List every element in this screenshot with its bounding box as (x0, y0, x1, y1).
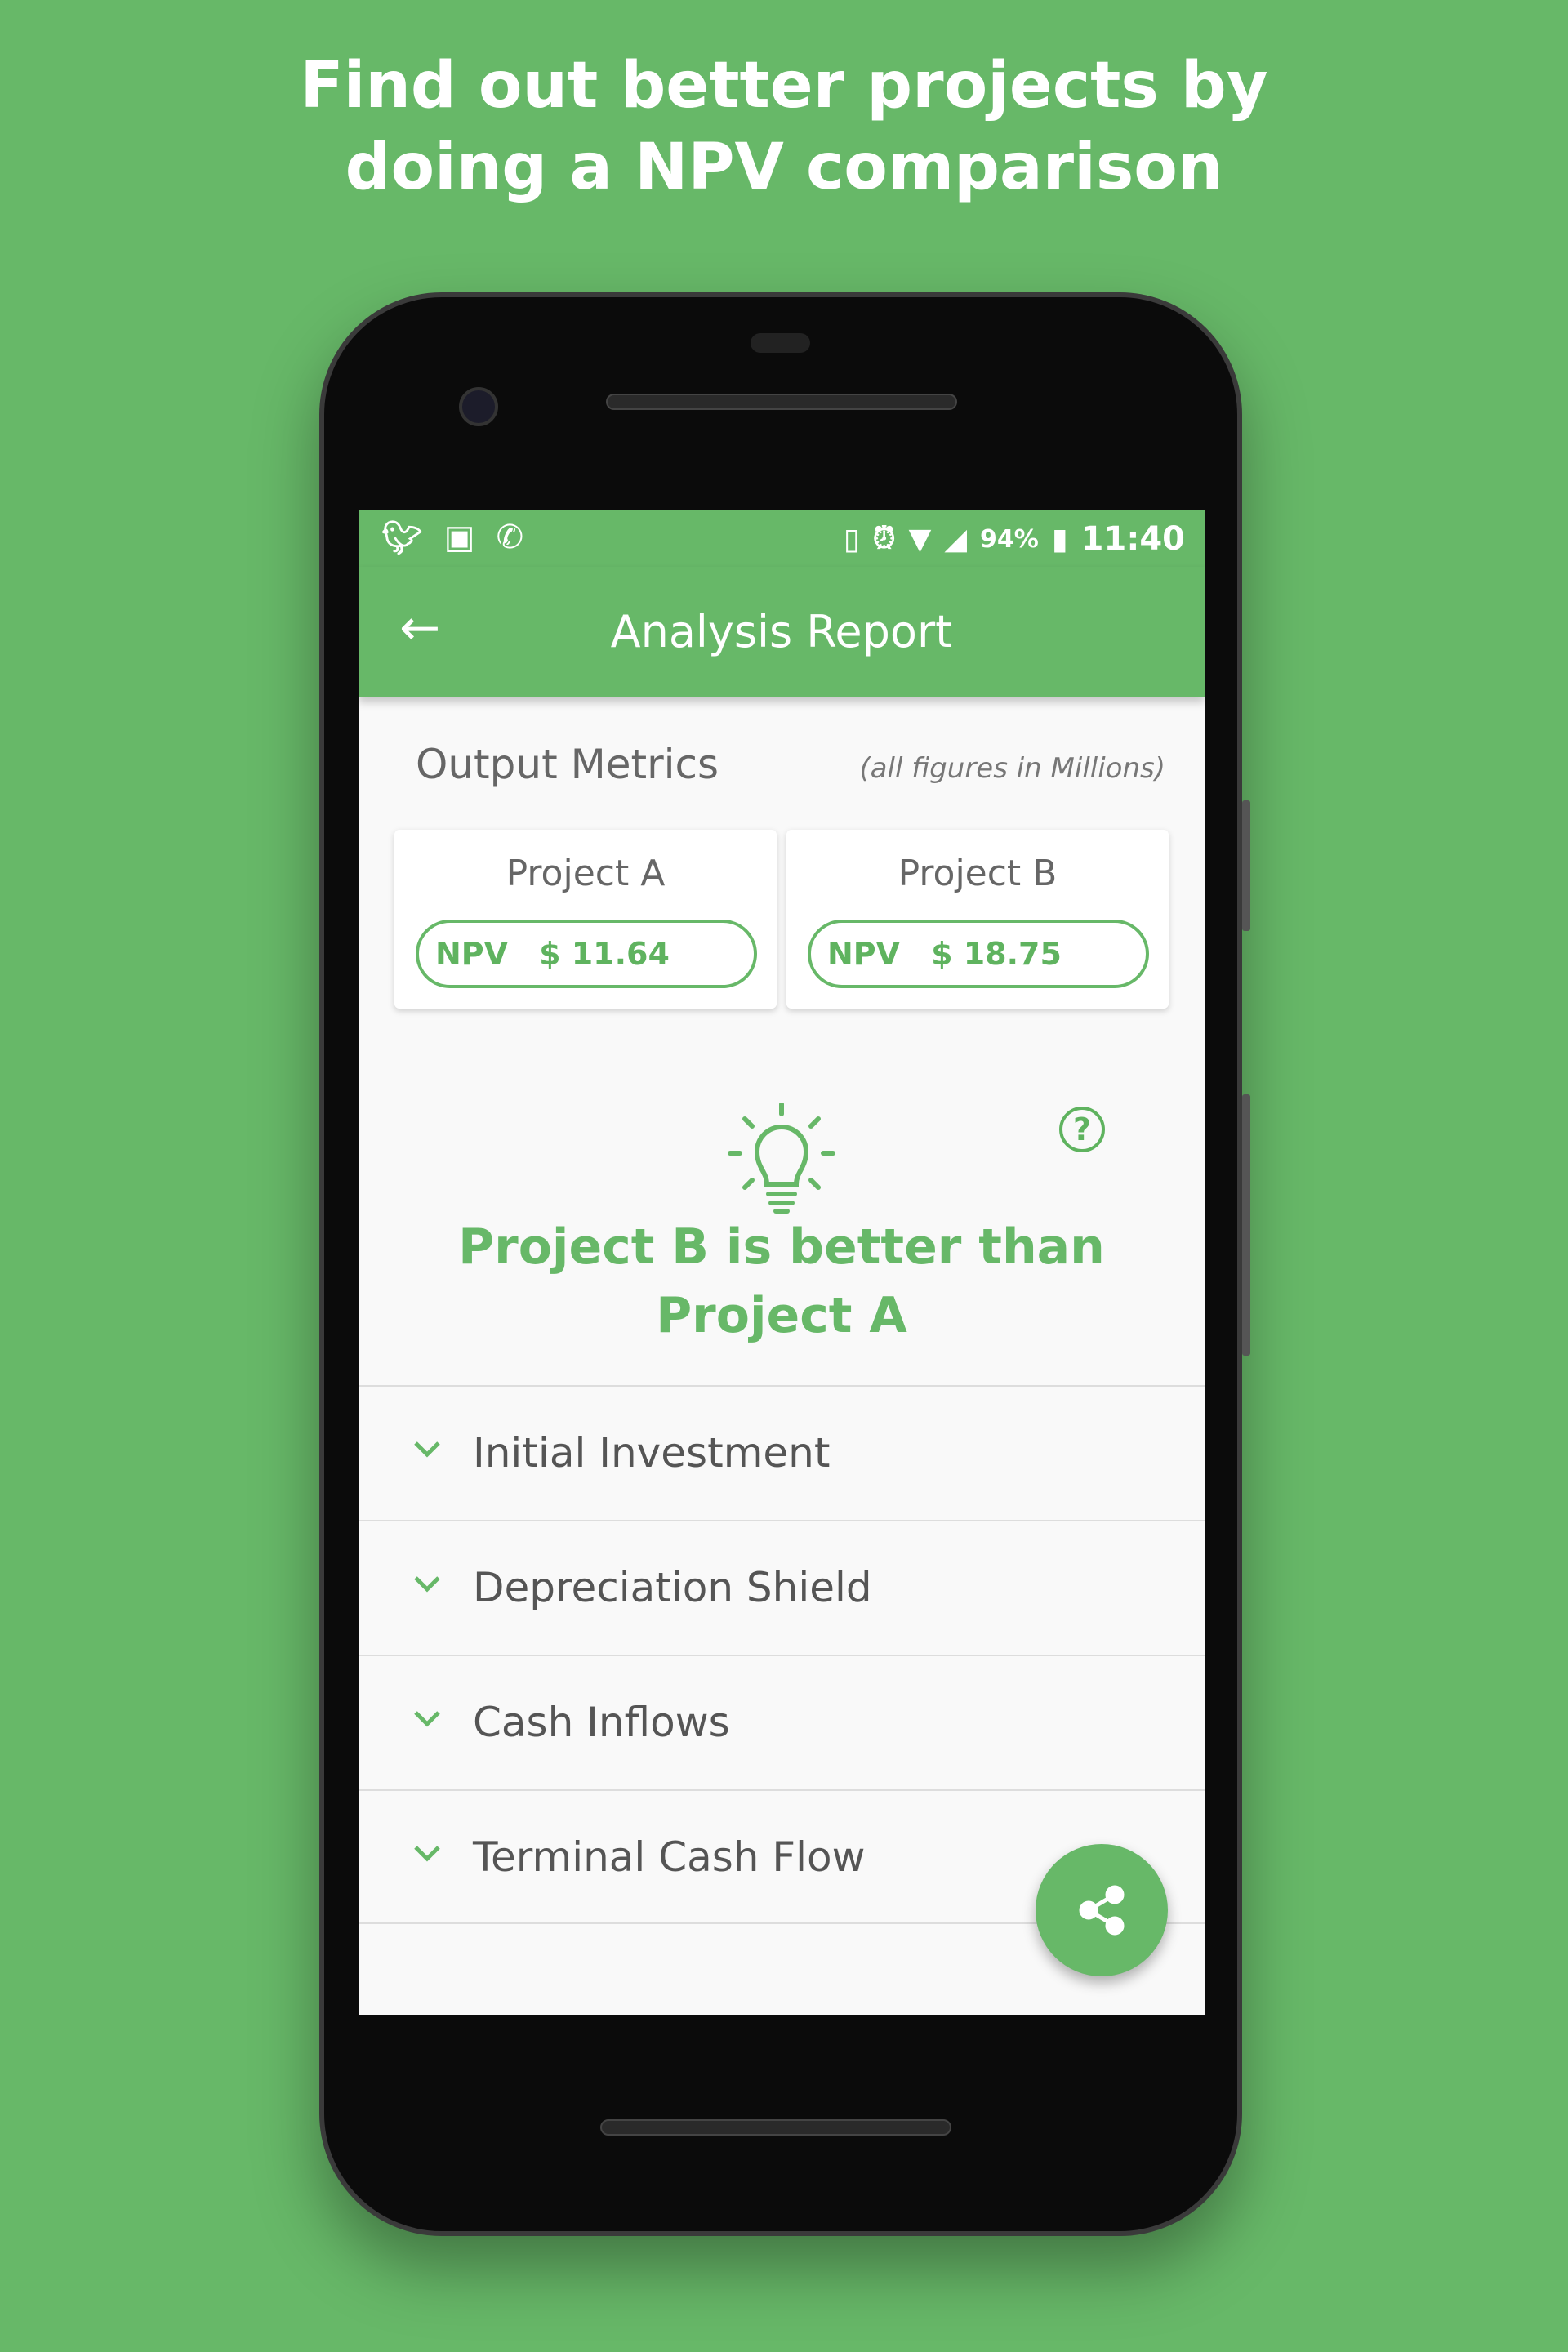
section-label: Initial Investment (473, 1429, 831, 1477)
units-note: (all figures in Millions) (859, 752, 1165, 785)
alarm-icon: ⏰︎ (872, 522, 896, 555)
section-label: Cash Inflows (473, 1699, 730, 1746)
project-card-a: Project A NPV $ 11.64 (394, 830, 777, 1009)
volume-button (1242, 800, 1250, 931)
app-screen: 🐦︎ ▣ ✆ ▯ ⏰︎ ▼ ◢ 94% ▮ 11:40 ← Analysis R… (359, 510, 1205, 2015)
front-camera (459, 387, 498, 426)
battery-percent: 94% (980, 524, 1039, 554)
verdict-message: Project B is better than Project A (359, 1213, 1205, 1350)
npv-label: NPV (827, 936, 901, 972)
headline-line-1: Find out better projects by (300, 49, 1268, 122)
project-card-b: Project B NPV $ 18.75 (786, 830, 1169, 1009)
clock: 11:40 (1080, 520, 1185, 558)
missed-call-icon: ✆ (496, 519, 524, 556)
top-speaker (606, 394, 957, 410)
page-title: Analysis Report (610, 606, 953, 657)
section-label: Terminal Cash Flow (473, 1833, 866, 1881)
share-button[interactable] (1036, 1844, 1168, 1976)
chevron-down-icon (414, 1711, 440, 1727)
chevron-down-icon (414, 1846, 440, 1862)
project-name: Project A (506, 853, 666, 894)
section-initial-investment[interactable]: Initial Investment (359, 1385, 1205, 1520)
share-icon (1079, 1885, 1125, 1936)
lightbulb-icon (728, 1102, 835, 1214)
android-icon: ▣ (443, 519, 475, 556)
help-circle-icon[interactable]: ? (1059, 1107, 1105, 1152)
twitter-icon: 🐦︎ (381, 519, 423, 557)
bottom-speaker (600, 2119, 951, 2136)
promo-headline: Find out better projects by doing a NPV … (0, 45, 1568, 208)
section-depreciation-shield[interactable]: Depreciation Shield (359, 1520, 1205, 1655)
section-cash-inflows[interactable]: Cash Inflows (359, 1655, 1205, 1789)
verdict-line-2: Project A (656, 1287, 907, 1344)
headline-line-2: doing a NPV comparison (345, 131, 1223, 204)
vibrate-icon: ▯ (843, 522, 860, 556)
app-bar: ← Analysis Report (359, 567, 1205, 697)
output-metrics-heading: Output Metrics (416, 741, 719, 788)
wifi-icon: ▼ (908, 522, 932, 556)
status-bar: 🐦︎ ▣ ✆ ▯ ⏰︎ ▼ ◢ 94% ▮ 11:40 (359, 510, 1205, 567)
power-button (1242, 1094, 1250, 1356)
chevron-down-icon (414, 1441, 440, 1458)
verdict-line-1: Project B is better than (458, 1218, 1105, 1276)
npv-value: $ 11.64 (539, 936, 670, 972)
project-name: Project B (898, 853, 1058, 894)
signal-icon: ◢ (944, 522, 968, 556)
section-label: Depreciation Shield (473, 1564, 872, 1611)
npv-label: NPV (435, 936, 509, 972)
npv-pill: NPV $ 11.64 (416, 920, 757, 988)
sensor-notch (751, 333, 810, 353)
npv-value: $ 18.75 (931, 936, 1062, 972)
chevron-down-icon (414, 1576, 440, 1592)
npv-pill: NPV $ 18.75 (808, 920, 1149, 988)
battery-charging-icon: ▮ (1051, 522, 1068, 556)
